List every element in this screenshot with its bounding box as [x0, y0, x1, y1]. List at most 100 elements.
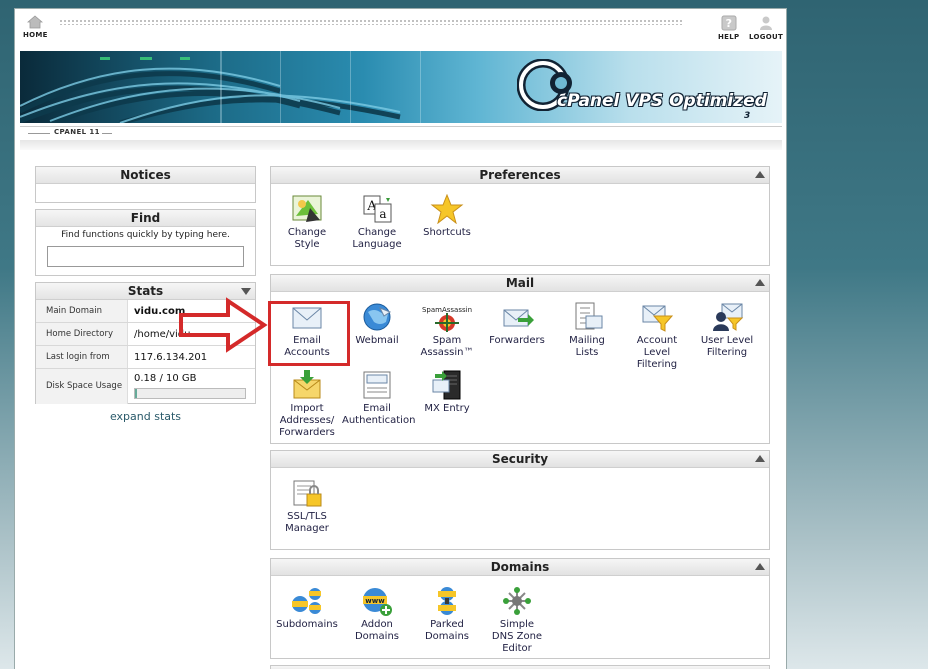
- shortcuts-item[interactable]: Shortcuts: [412, 194, 482, 239]
- security-panel: Security SSL/TLS Manager: [270, 450, 770, 550]
- item-label: Mailing: [569, 335, 605, 346]
- forward-mail-icon: [503, 309, 534, 327]
- spam-assassin-icon: SpamAssassin: [422, 306, 472, 332]
- ssl-tls-manager-item[interactable]: SSL/TLS Manager: [272, 478, 342, 535]
- disk-usage-bar: [134, 388, 246, 399]
- version-bar: CPANEL 11: [20, 126, 782, 140]
- email-accounts-highlight-box: [268, 301, 350, 366]
- collapse-icon[interactable]: [755, 279, 765, 286]
- next-panel-header: [270, 665, 770, 669]
- item-label: Addon: [361, 619, 393, 630]
- addon-domains-item[interactable]: www Addon Domains: [342, 586, 412, 643]
- parked-domains-icon: [438, 587, 456, 615]
- item-label: Lists: [575, 347, 599, 358]
- collapse-icon[interactable]: [755, 171, 765, 178]
- star-icon: [430, 194, 464, 224]
- network-cables-graphic: [20, 51, 421, 123]
- header-banner: cPanel VPS Optimized 3: [20, 51, 782, 123]
- item-label: Authentication: [342, 415, 416, 426]
- preferences-header[interactable]: Preferences: [271, 167, 769, 184]
- stats-key: Last login from: [36, 346, 128, 368]
- notices-box: Notices: [35, 166, 256, 203]
- collapse-icon[interactable]: [755, 563, 765, 570]
- mailing-lists-item[interactable]: Mailing Lists: [552, 302, 622, 359]
- lock-certificate-icon: [293, 480, 322, 507]
- item-label: Domains: [424, 631, 469, 642]
- dotted-divider: [59, 19, 684, 25]
- dns-network-icon: [503, 587, 531, 615]
- account-level-filtering-item[interactable]: Account Level Filtering: [622, 302, 692, 371]
- parked-domains-item[interactable]: Parked Domains: [412, 586, 482, 643]
- svg-text:a: a: [379, 207, 386, 221]
- cpanel-page: HOME ? HELP LOGOUT cPanel VPS Optimized …: [14, 8, 787, 669]
- item-label: SSL/TLS: [287, 511, 327, 522]
- spam-brand-text: SpamAssassin: [422, 306, 472, 314]
- help-icon: ?: [721, 15, 737, 31]
- subdomains-item[interactable]: Subdomains: [272, 586, 342, 631]
- item-label: MX Entry: [424, 403, 470, 414]
- change-style-item[interactable]: Change Style: [272, 194, 342, 251]
- stats-key: Disk Space Usage: [36, 369, 128, 404]
- import-addresses-item[interactable]: Import Addresses/ Forwarders: [272, 370, 342, 439]
- item-label: Editor: [502, 643, 532, 654]
- item-label: Filtering: [706, 347, 748, 358]
- stats-value: 0.18 / 10 GB: [134, 373, 197, 384]
- stats-key: Main Domain: [36, 300, 128, 322]
- item-label: Import: [290, 403, 324, 414]
- list-icon: [575, 302, 603, 330]
- find-box: Find Find functions quickly by typing he…: [35, 209, 256, 276]
- home-icon: [27, 15, 44, 29]
- logout-link[interactable]: LOGOUT: [749, 15, 783, 41]
- server-icon: [432, 370, 461, 400]
- user-filter-icon: [713, 303, 744, 331]
- security-header[interactable]: Security: [271, 451, 769, 468]
- www-text: www: [365, 597, 385, 605]
- authentication-icon: [363, 371, 391, 399]
- mail-title: Mail: [505, 276, 535, 290]
- stats-row-disk-space: Disk Space Usage 0.18 / 10 GB: [36, 369, 255, 404]
- domains-panel: Domains Subdomains www Addon Domains Par…: [270, 558, 770, 659]
- addon-domains-icon: www: [363, 588, 392, 616]
- change-language-item[interactable]: Aa Change Language: [342, 194, 412, 251]
- user-level-filtering-item[interactable]: User Level Filtering: [692, 302, 762, 359]
- collapse-icon[interactable]: [755, 455, 765, 462]
- item-label: Webmail: [355, 335, 399, 346]
- separator-bar: [20, 140, 782, 150]
- item-label: Style: [294, 239, 320, 250]
- preferences-title: Preferences: [479, 168, 561, 182]
- find-hint: Find functions quickly by typing here.: [61, 230, 230, 240]
- item-label: Change: [357, 227, 397, 238]
- collapse-icon[interactable]: [241, 288, 251, 295]
- expand-stats-link[interactable]: expand stats: [35, 410, 256, 423]
- item-label: User Level: [700, 335, 754, 346]
- forwarders-item[interactable]: Forwarders: [482, 302, 552, 347]
- help-link[interactable]: ? HELP: [718, 15, 739, 41]
- item-label: Filtering: [636, 359, 678, 370]
- item-label: Email: [363, 403, 391, 414]
- item-label: Language: [352, 239, 402, 250]
- mail-header[interactable]: Mail: [271, 275, 769, 292]
- item-label: Level: [643, 347, 671, 358]
- spam-assassin-item[interactable]: SpamAssassin Spam Assassin™: [412, 302, 482, 359]
- preferences-panel: Preferences Change Style Aa Change Langu…: [270, 166, 770, 266]
- help-label: HELP: [718, 33, 740, 41]
- home-link[interactable]: HOME: [23, 15, 48, 39]
- svg-text:?: ?: [725, 17, 732, 30]
- security-title: Security: [491, 452, 549, 466]
- email-authentication-item[interactable]: Email Authentication: [342, 370, 416, 427]
- import-icon: [293, 370, 321, 399]
- find-input[interactable]: [47, 246, 244, 267]
- item-label: Domains: [354, 631, 399, 642]
- mx-entry-item[interactable]: MX Entry: [412, 370, 482, 415]
- domains-title: Domains: [490, 560, 550, 574]
- stats-key: Home Directory: [36, 323, 128, 345]
- logout-label: LOGOUT: [749, 33, 784, 41]
- domains-header[interactable]: Domains: [271, 559, 769, 576]
- webmail-item[interactable]: Webmail: [342, 302, 412, 347]
- item-label: Shortcuts: [423, 227, 471, 238]
- simple-dns-zone-editor-item[interactable]: Simple DNS Zone Editor: [482, 586, 552, 655]
- disk-usage-fill: [135, 389, 137, 398]
- item-label: Parked: [430, 619, 464, 630]
- item-label: Assassin™: [420, 347, 474, 358]
- version-label: CPANEL 11: [50, 128, 104, 136]
